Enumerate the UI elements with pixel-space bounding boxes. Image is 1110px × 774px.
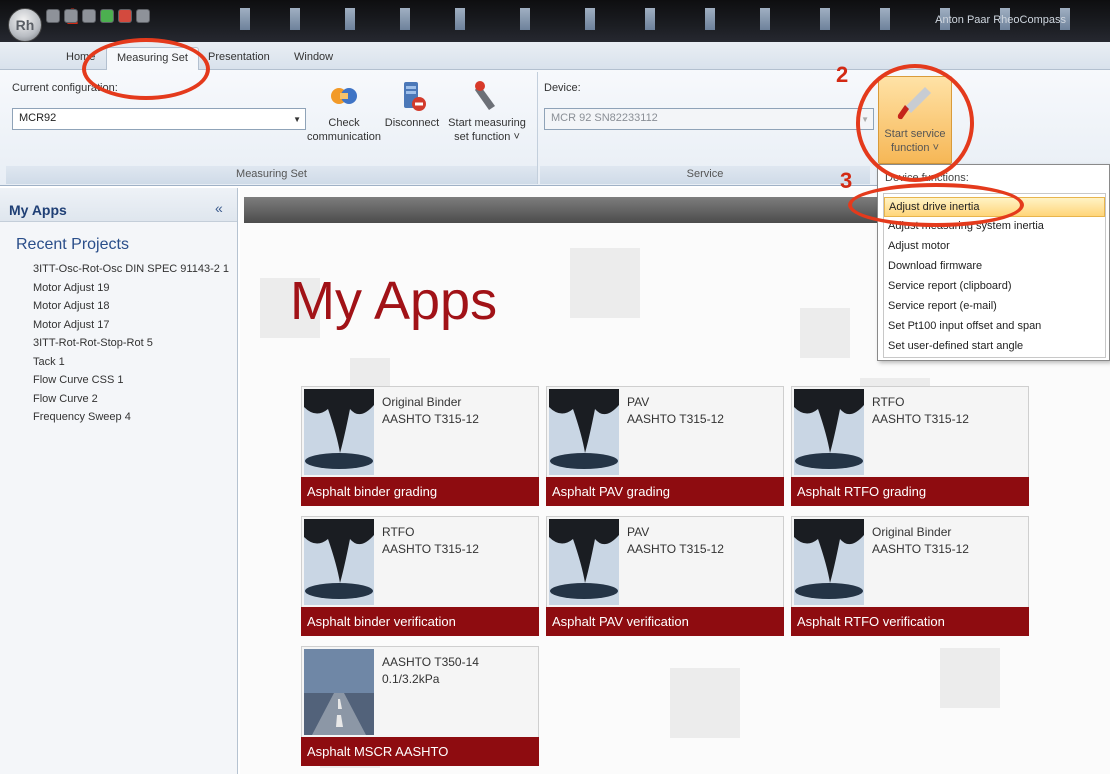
app-card-title: Asphalt PAV grading xyxy=(546,477,784,506)
recent-project-item[interactable]: Flow Curve 2 xyxy=(33,390,237,409)
app-card-binder-grading[interactable]: Original Binder AASHTO T315-12 Asphalt b… xyxy=(301,386,539,506)
app-card-title: Asphalt RTFO verification xyxy=(791,607,1029,636)
app-card-line1: AASHTO T350-14 xyxy=(382,655,479,669)
measuring-system-icon xyxy=(471,80,503,112)
undo-icon[interactable] xyxy=(64,9,78,23)
application-menu-button[interactable]: Rh xyxy=(8,8,42,42)
disconnect-server-icon xyxy=(396,80,428,112)
asphalt-drip-image xyxy=(794,389,864,475)
title-bar: Anton Paar RheoCompass xyxy=(0,0,1110,42)
check-communication-button[interactable]: Check communication xyxy=(302,80,386,144)
recent-project-item[interactable]: Frequency Sweep 4 xyxy=(33,408,237,427)
annotation-number-2: 2 xyxy=(836,62,849,87)
menu-item-adjust-motor[interactable]: Adjust motor xyxy=(884,237,1105,257)
recent-project-item[interactable]: Tack 1 xyxy=(33,353,237,372)
recent-project-item[interactable]: Motor Adjust 17 xyxy=(33,316,237,335)
app-card-line2: AASHTO T315-12 xyxy=(872,412,969,426)
measuring-set-group-label: Measuring Set xyxy=(6,166,537,184)
app-card-title: Asphalt PAV verification xyxy=(546,607,784,636)
recent-projects-heading: Recent Projects xyxy=(16,236,129,253)
app-card-title: Asphalt binder grading xyxy=(301,477,539,506)
app-card-line2: AASHTO T315-12 xyxy=(872,542,969,556)
asphalt-drip-image xyxy=(304,389,374,475)
my-apps-pane-title: My Apps xyxy=(0,188,237,222)
road-landscape-image xyxy=(304,649,374,735)
save-icon[interactable] xyxy=(46,9,60,23)
app-card-line1: Original Binder xyxy=(872,525,952,539)
asphalt-drip-image xyxy=(549,519,619,605)
asphalt-drip-image xyxy=(549,389,619,475)
app-card-line1: RTFO xyxy=(872,395,905,409)
device-functions-menu: Device functions: Adjust drive inertia A… xyxy=(877,164,1110,361)
stop-icon[interactable] xyxy=(118,9,132,23)
menu-item-service-report-clipboard[interactable]: Service report (clipboard) xyxy=(884,277,1105,297)
app-card-line2: AASHTO T315-12 xyxy=(382,412,479,426)
device-select[interactable]: MCR 92 SN82233112 ▼ xyxy=(544,108,874,130)
menu-item-set-start-angle[interactable]: Set user-defined start angle xyxy=(884,337,1105,357)
annotation-number-3: 3 xyxy=(840,168,853,193)
app-card-binder-verification[interactable]: RTFO AASHTO T315-12 Asphalt binder verif… xyxy=(301,516,539,636)
recent-project-item[interactable]: Motor Adjust 19 xyxy=(33,279,237,298)
screwdriver-icon xyxy=(895,83,935,123)
start-service-function-button[interactable]: Start service function ˅ xyxy=(878,76,952,164)
device-functions-header: Device functions: xyxy=(885,172,969,184)
app-card-line2: 0.1/3.2kPa xyxy=(382,672,440,686)
app-card-line1: PAV xyxy=(627,395,650,409)
menu-item-service-report-email[interactable]: Service report (e-mail) xyxy=(884,297,1105,317)
app-card-pav-verification[interactable]: PAV AASHTO T315-12 Asphalt PAV verificat… xyxy=(546,516,784,636)
app-logo-text: Rh xyxy=(15,17,35,33)
recent-project-item[interactable]: Flow Curve CSS 1 xyxy=(33,371,237,390)
measuring-set-group: Current configuration: MCR92 ▼ Check com… xyxy=(6,72,538,184)
start-icon[interactable] xyxy=(100,9,114,23)
collapse-pane-icon[interactable]: « xyxy=(215,200,223,216)
menu-item-set-pt100-offset-span[interactable]: Set Pt100 input offset and span xyxy=(884,317,1105,337)
quick-access-toolbar xyxy=(46,9,150,23)
app-card-line2: AASHTO T315-12 xyxy=(627,542,724,556)
tab-window[interactable]: Window xyxy=(284,47,343,70)
app-card-rtfo-verification[interactable]: Original Binder AASHTO T315-12 Asphalt R… xyxy=(791,516,1029,636)
tab-measuring-set[interactable]: Measuring Set xyxy=(106,47,199,70)
service-group: Device: MCR 92 SN82233112 ▼ Service xyxy=(540,72,874,184)
disconnect-button[interactable]: Disconnect xyxy=(380,80,444,130)
app-card-mscr-aashto[interactable]: AASHTO T350-14 0.1/3.2kPa Asphalt MSCR A… xyxy=(301,646,539,766)
recent-project-item[interactable]: 3ITT-Rot-Rot-Stop-Rot 5 xyxy=(33,334,237,353)
dropdown-arrow-icon: ▼ xyxy=(293,115,301,124)
current-configuration-label: Current configuration: xyxy=(12,82,118,94)
my-apps-pane: My Apps « Recent Projects 3ITT-Osc-Rot-O… xyxy=(0,188,238,774)
dropdown-arrow-icon: ▼ xyxy=(861,115,869,124)
device-functions-list: Adjust drive inertia Adjust measuring sy… xyxy=(883,193,1106,358)
customize-icon[interactable] xyxy=(136,9,150,23)
tab-presentation[interactable]: Presentation xyxy=(198,47,280,70)
menu-item-adjust-drive-inertia[interactable]: Adjust drive inertia xyxy=(884,197,1105,217)
current-configuration-select[interactable]: MCR92 ▼ xyxy=(12,108,306,130)
app-card-pav-grading[interactable]: PAV AASHTO T315-12 Asphalt PAV grading xyxy=(546,386,784,506)
app-card-title: Asphalt RTFO grading xyxy=(791,477,1029,506)
recent-projects-list: 3ITT-Osc-Rot-Osc DIN SPEC 91143-2 1 Moto… xyxy=(0,260,237,427)
device-value: MCR 92 SN82233112 xyxy=(551,112,658,124)
window-title: Anton Paar RheoCompass xyxy=(935,14,1066,26)
asphalt-drip-image xyxy=(794,519,864,605)
redo-icon[interactable] xyxy=(82,9,96,23)
menu-item-download-firmware[interactable]: Download firmware xyxy=(884,257,1105,277)
current-configuration-value: MCR92 xyxy=(19,112,57,124)
app-card-line2: AASHTO T315-12 xyxy=(382,542,479,556)
handshake-icon xyxy=(328,80,360,112)
app-card-line1: Original Binder xyxy=(382,395,462,409)
app-card-title: Asphalt MSCR AASHTO xyxy=(301,737,539,766)
ribbon-tab-bar: Home Measuring Set Presentation Window xyxy=(0,42,1110,70)
asphalt-drip-image xyxy=(304,519,374,605)
start-measuring-set-function-button[interactable]: Start measuring set function ˅ xyxy=(442,80,532,144)
service-group-label: Service xyxy=(540,166,870,184)
app-card-title: Asphalt binder verification xyxy=(301,607,539,636)
app-card-rtfo-grading[interactable]: RTFO AASHTO T315-12 Asphalt RTFO grading xyxy=(791,386,1029,506)
page-title: My Apps xyxy=(290,271,498,331)
recent-project-item[interactable]: 3ITT-Osc-Rot-Osc DIN SPEC 91143-2 1 xyxy=(33,260,237,279)
device-label: Device: xyxy=(544,82,581,94)
tab-home[interactable]: Home xyxy=(56,47,105,70)
recent-project-item[interactable]: Motor Adjust 18 xyxy=(33,297,237,316)
app-card-line2: AASHTO T315-12 xyxy=(627,412,724,426)
app-card-line1: PAV xyxy=(627,525,650,539)
menu-item-adjust-measuring-system-inertia[interactable]: Adjust measuring system inertia xyxy=(884,217,1105,237)
app-card-line1: RTFO xyxy=(382,525,415,539)
